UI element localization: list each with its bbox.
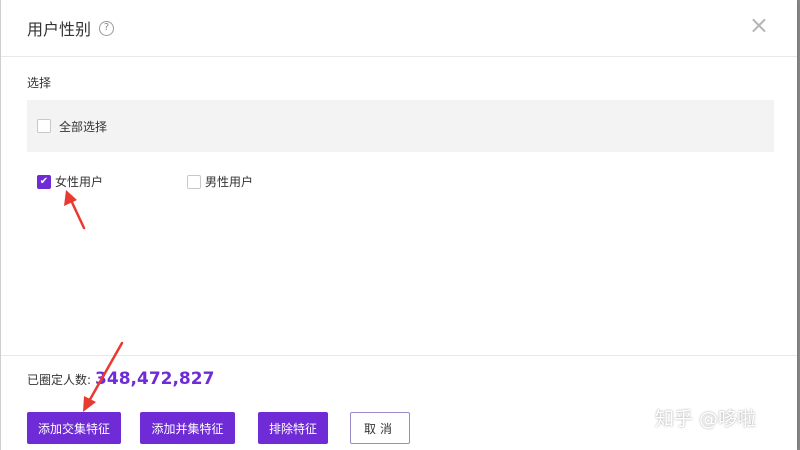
exclude-feature-button[interactable]: 排除特征	[258, 412, 328, 444]
watermark-text: 知乎 @哆啦	[655, 408, 757, 430]
add-intersection-button[interactable]: 添加交集特征	[27, 412, 121, 444]
option-female-checkbox[interactable]: ✔ 女性用户	[37, 173, 103, 190]
count-label: 已圈定人数:	[27, 373, 92, 387]
cancel-button[interactable]: 取消	[350, 412, 410, 444]
dialog-title: 用户性别	[27, 20, 92, 39]
question-circle-icon[interactable]: ?	[99, 20, 115, 36]
option-female-label: 女性用户	[55, 175, 104, 189]
select-all-bar: 全部选择	[27, 100, 774, 152]
dialog-title-wrap: 用户性别 ?	[27, 16, 115, 40]
close-icon[interactable]: ×	[749, 13, 769, 37]
option-male-checkbox[interactable]: 男性用户	[187, 173, 253, 190]
dialog-header: 用户性别 ? ×	[1, 0, 797, 57]
option-male-label: 男性用户	[205, 175, 254, 189]
audience-count: 已圈定人数: 348,472,827	[27, 369, 214, 389]
footer-divider	[1, 355, 797, 356]
section-label: 选择	[27, 76, 52, 90]
checkmark-icon[interactable]: ✔	[37, 174, 51, 189]
select-all-label: 全部选择	[59, 119, 108, 134]
count-value: 348,472,827	[95, 369, 215, 389]
checkbox-box[interactable]	[37, 119, 51, 133]
user-gender-dialog: 用户性别 ? × 选择 全部选择 ✔ 女性用户 男性用户 已圈定人数: 348,…	[0, 0, 797, 450]
add-union-button[interactable]: 添加并集特征	[140, 412, 235, 444]
select-all-checkbox[interactable]: 全部选择	[37, 118, 107, 135]
checkbox-box[interactable]	[187, 174, 201, 189]
